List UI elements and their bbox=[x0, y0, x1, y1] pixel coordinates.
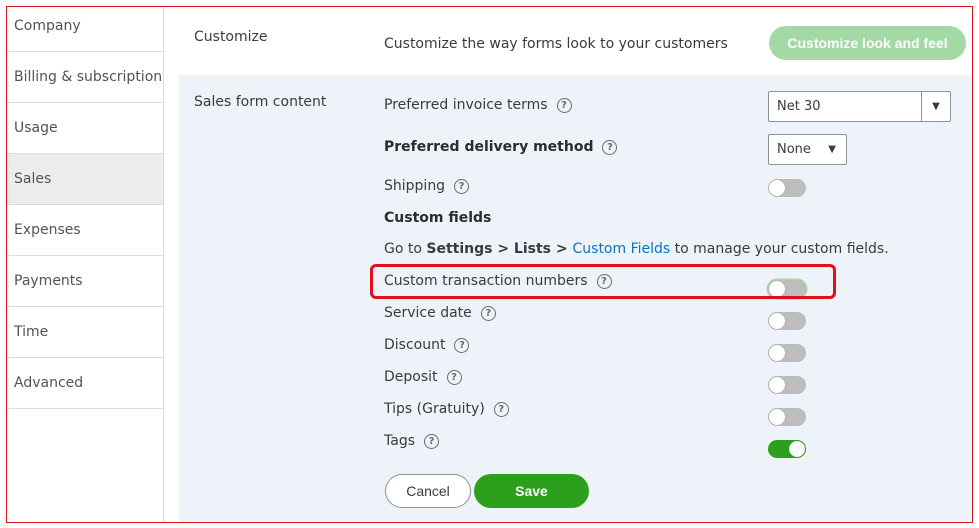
sidebar-item-label: Usage bbox=[14, 120, 58, 136]
deposit-label: Deposit ? bbox=[384, 369, 462, 385]
shipping-toggle[interactable] bbox=[768, 179, 806, 197]
tags-toggle[interactable] bbox=[768, 440, 806, 458]
settings-sidebar: Company Billing & subscription Usage Sal… bbox=[7, 7, 164, 522]
instructions-prefix: Go to bbox=[384, 241, 427, 257]
delivery-method-select[interactable]: None ▼ bbox=[768, 134, 847, 165]
customize-description: Customize the way forms look to your cus… bbox=[384, 36, 728, 52]
question-circle-icon[interactable]: ? bbox=[602, 139, 618, 155]
toggle-knob bbox=[769, 180, 785, 196]
customize-look-and-feel-button[interactable]: Customize look and feel bbox=[769, 26, 966, 60]
caret-down-icon[interactable]: ▼ bbox=[921, 92, 950, 121]
sidebar-item-label: Company bbox=[14, 18, 81, 34]
sidebar-item-usage[interactable]: Usage bbox=[7, 103, 163, 154]
toggle-knob bbox=[769, 345, 785, 361]
save-button[interactable]: Save bbox=[474, 474, 589, 508]
sidebar-item-time[interactable]: Time bbox=[7, 307, 163, 358]
invoice-terms-select[interactable]: Net 30 ▼ bbox=[768, 91, 951, 122]
question-circle-icon[interactable]: ? bbox=[454, 337, 470, 353]
question-circle-icon[interactable]: ? bbox=[454, 178, 470, 194]
sidebar-item-payments[interactable]: Payments bbox=[7, 256, 163, 307]
settings-lists-path: Settings > Lists > bbox=[426, 241, 573, 257]
custom-fields-instructions: Go to Settings > Lists > Custom Fields t… bbox=[384, 241, 889, 257]
question-circle-icon[interactable]: ? bbox=[480, 305, 496, 321]
sales-form-section-label: Sales form content bbox=[194, 94, 327, 110]
customize-section-label: Customize bbox=[194, 29, 268, 45]
tips-label: Tips (Gratuity) ? bbox=[384, 401, 509, 417]
sidebar-item-advanced[interactable]: Advanced bbox=[7, 358, 163, 409]
toggle-knob bbox=[769, 409, 785, 425]
sidebar-item-label: Sales bbox=[14, 171, 52, 187]
invoice-terms-label: Preferred invoice terms ? bbox=[384, 97, 572, 113]
shipping-label-text: Shipping bbox=[384, 178, 446, 194]
highlight-annotation bbox=[370, 264, 836, 299]
service-date-label: Service date ? bbox=[384, 305, 496, 321]
sidebar-item-label: Time bbox=[14, 324, 49, 340]
customize-section: Customize Customize the way forms look t… bbox=[164, 7, 972, 75]
sidebar-item-company[interactable]: Company bbox=[7, 7, 163, 52]
sales-form-content-section: Sales form content Preferred invoice ter… bbox=[179, 75, 972, 522]
invoice-terms-label-text: Preferred invoice terms bbox=[384, 97, 548, 113]
toggle-knob bbox=[789, 441, 805, 457]
deposit-label-text: Deposit bbox=[384, 369, 438, 385]
sidebar-item-billing[interactable]: Billing & subscription bbox=[7, 52, 163, 103]
delivery-method-label: Preferred delivery method ? bbox=[384, 139, 618, 155]
question-circle-icon[interactable]: ? bbox=[556, 97, 572, 113]
sidebar-item-label: Billing & subscription bbox=[14, 69, 163, 85]
question-circle-icon[interactable]: ? bbox=[424, 433, 439, 449]
custom-fields-link[interactable]: Custom Fields bbox=[573, 241, 671, 257]
sidebar-item-sales[interactable]: Sales bbox=[7, 154, 163, 205]
invoice-terms-value: Net 30 bbox=[777, 99, 821, 114]
discount-toggle[interactable] bbox=[768, 344, 806, 362]
delivery-method-value: None bbox=[777, 142, 811, 157]
tags-label: Tags ? bbox=[384, 433, 439, 449]
question-circle-icon[interactable]: ? bbox=[493, 401, 509, 417]
toggle-knob bbox=[769, 377, 785, 393]
custom-fields-heading: Custom fields bbox=[384, 210, 492, 226]
service-date-label-text: Service date bbox=[384, 305, 472, 321]
settings-panel: Company Billing & subscription Usage Sal… bbox=[6, 6, 973, 523]
tips-label-text: Tips (Gratuity) bbox=[384, 401, 485, 417]
deposit-toggle[interactable] bbox=[768, 376, 806, 394]
sidebar-item-label: Payments bbox=[14, 273, 83, 289]
sidebar-item-label: Expenses bbox=[14, 222, 81, 238]
tags-label-text: Tags bbox=[384, 433, 415, 449]
service-date-toggle[interactable] bbox=[768, 312, 806, 330]
instructions-suffix: to manage your custom fields. bbox=[670, 241, 889, 257]
shipping-label: Shipping ? bbox=[384, 178, 470, 194]
toggle-knob bbox=[769, 313, 785, 329]
delivery-method-label-text: Preferred delivery method bbox=[384, 139, 594, 155]
sidebar-item-expenses[interactable]: Expenses bbox=[7, 205, 163, 256]
discount-label: Discount ? bbox=[384, 337, 470, 353]
cancel-button[interactable]: Cancel bbox=[385, 474, 471, 508]
sidebar-item-label: Advanced bbox=[14, 375, 84, 391]
discount-label-text: Discount bbox=[384, 337, 446, 353]
tips-toggle[interactable] bbox=[768, 408, 806, 426]
caret-down-icon: ▼ bbox=[828, 144, 836, 155]
question-circle-icon[interactable]: ? bbox=[446, 369, 462, 385]
